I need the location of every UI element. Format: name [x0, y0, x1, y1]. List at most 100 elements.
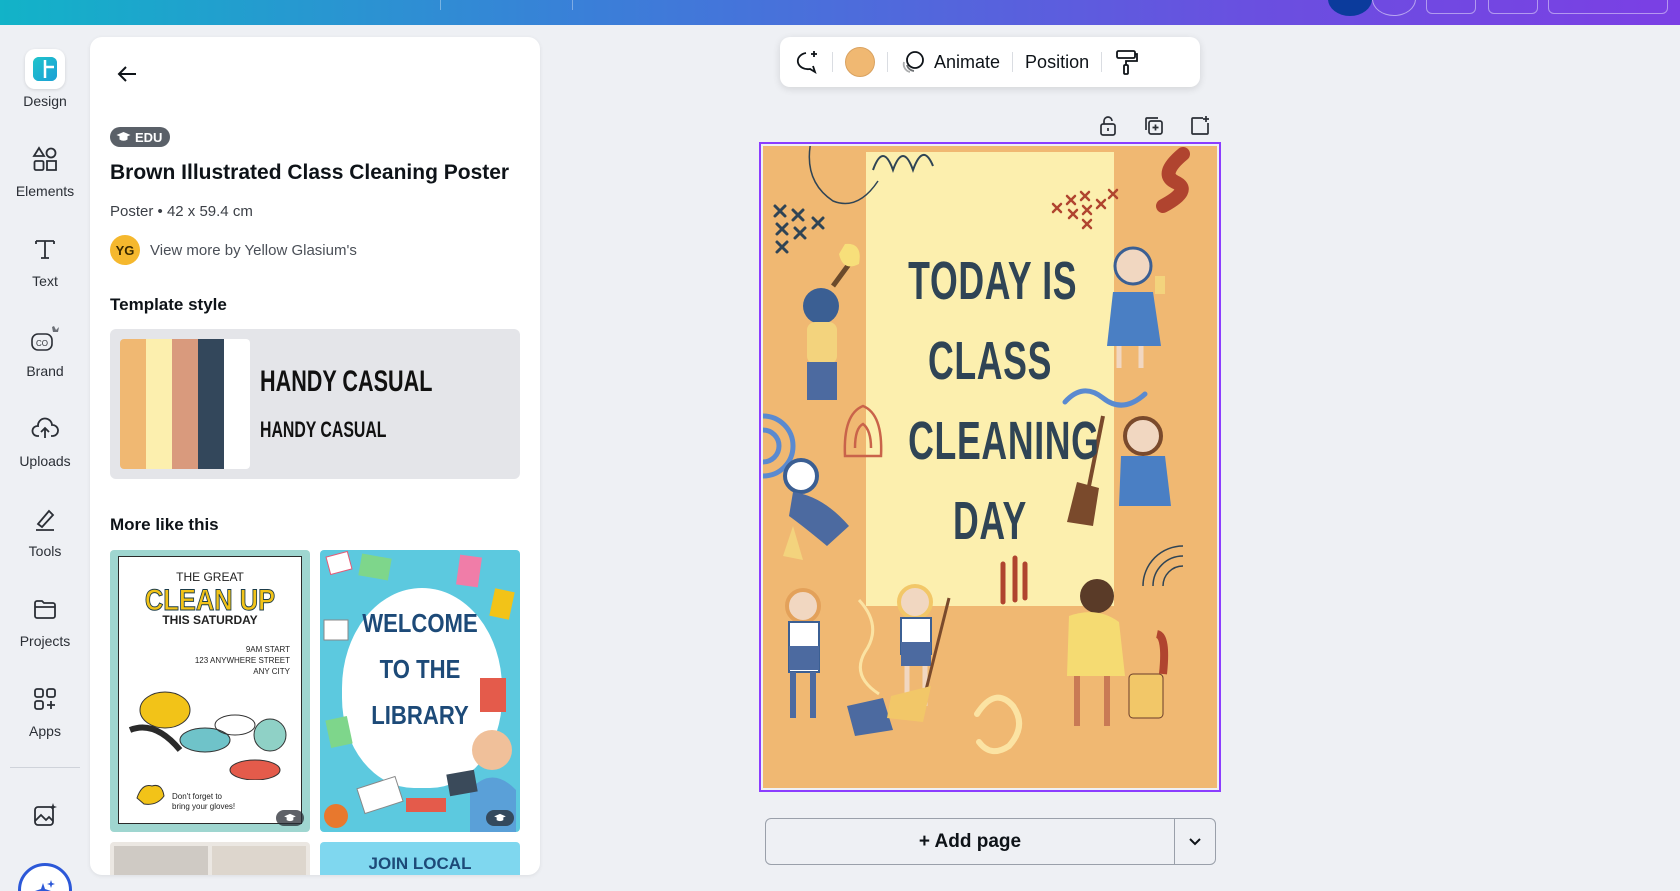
- graduation-cap-icon: [284, 813, 296, 822]
- poster-headline-line: CLASS: [927, 331, 1053, 391]
- author-link[interactable]: YG View more by Yellow Glasium's: [110, 235, 357, 265]
- edu-badge-label: EDU: [135, 129, 163, 145]
- rail-item-brand[interactable]: CO Brand: [0, 319, 90, 379]
- position-label: Position: [1025, 51, 1090, 72]
- rail-label: Uploads: [19, 453, 71, 469]
- header-divider: [440, 0, 441, 10]
- rail-item-design[interactable]: Design: [0, 49, 90, 109]
- font-sample-body: HANDY CASUAL: [260, 417, 387, 442]
- tools-icon: [25, 499, 65, 539]
- kid-spraying: [1107, 246, 1165, 368]
- thumb-text: TO THE: [379, 654, 461, 684]
- rail-label: Elements: [15, 183, 75, 199]
- template-thumbnail[interactable]: [110, 842, 310, 875]
- copy-style-button[interactable]: [1102, 37, 1150, 87]
- author-avatar: YG: [110, 235, 140, 265]
- rail-item-magic-media[interactable]: [0, 795, 90, 835]
- duplicate-icon: [1145, 117, 1163, 135]
- animate-label: Animate: [934, 51, 1001, 72]
- user-avatar[interactable]: [1328, 0, 1372, 16]
- template-style-card[interactable]: HANDY CASUAL HANDY CASUAL: [110, 329, 520, 479]
- rail-item-apps[interactable]: Apps: [0, 679, 90, 739]
- poster-headline-line: CLEANING: [908, 411, 1100, 471]
- magic-assistant-button[interactable]: [18, 863, 72, 891]
- rail-label: Text: [32, 273, 58, 289]
- edu-lock-badge: [276, 810, 304, 826]
- top-header-bar: [0, 0, 1680, 25]
- poster-selection-frame[interactable]: TODAY IS CLASS CLEANING DAY: [759, 142, 1221, 792]
- lock-icon: [1100, 116, 1116, 136]
- rail-item-tools[interactable]: Tools: [0, 499, 90, 559]
- image-sparkle-icon: [25, 795, 65, 835]
- rail-item-text[interactable]: Text: [0, 229, 90, 289]
- rail-label: Apps: [29, 723, 61, 739]
- brand-icon: CO: [25, 319, 65, 359]
- palette-swatch: [172, 339, 198, 469]
- analytics-button[interactable]: [1426, 0, 1476, 14]
- thumb-text: bring your gloves!: [172, 802, 236, 811]
- template-style-heading: Template style: [110, 295, 227, 314]
- edu-badge: EDU: [110, 127, 171, 147]
- uploads-icon: [25, 409, 65, 449]
- projects-icon: [25, 589, 65, 629]
- add-page-icon: [1191, 116, 1209, 135]
- more-like-this-heading: More like this: [110, 515, 219, 534]
- thumb-text: LIBRARY: [371, 700, 469, 730]
- header-divider: [572, 0, 573, 10]
- rail-label: Brand: [26, 363, 64, 379]
- share-button[interactable]: [1548, 0, 1668, 14]
- poster-headline[interactable]: TODAY IS CLASS CLEANING DAY: [866, 241, 1114, 561]
- comment-plus-icon: [796, 51, 817, 75]
- palette-swatch: [224, 339, 250, 469]
- rail-item-projects[interactable]: Projects: [0, 589, 90, 649]
- kid-broom: [887, 584, 951, 722]
- context-toolbar: Animate Position: [780, 37, 1200, 87]
- template-thumbnail[interactable]: THE GREAT CLEAN UP THIS SATURDAY 9AM STA…: [110, 550, 310, 832]
- sparkle-icon: [35, 880, 55, 891]
- position-button[interactable]: Position: [1013, 37, 1101, 87]
- thumb-text: THE GREAT: [176, 570, 244, 584]
- rail-label: Projects: [19, 633, 71, 649]
- chevron-down-icon: [1189, 837, 1201, 845]
- template-thumbnail[interactable]: JOIN LOCAL: [320, 842, 520, 875]
- template-details-panel: EDU Brown Illustrated Class Cleaning Pos…: [90, 37, 540, 875]
- left-rail: Design Elements Text CO Brand Uploads To…: [0, 25, 90, 891]
- color-picker-button[interactable]: [833, 37, 887, 87]
- rail-item-elements[interactable]: Elements: [0, 139, 90, 199]
- kid-mopping: [783, 458, 849, 560]
- thumb-text: THIS SATURDAY: [162, 613, 258, 627]
- design-icon: [25, 49, 65, 89]
- present-button[interactable]: [1488, 0, 1538, 14]
- add-page-icon-button[interactable]: [1187, 113, 1213, 139]
- thumb-text: WELCOME: [362, 608, 478, 638]
- lock-page-button[interactable]: [1095, 113, 1121, 139]
- comment-add-button[interactable]: [780, 37, 832, 87]
- gloves-icon: [136, 785, 165, 805]
- kid-trash: [1067, 579, 1169, 726]
- graduation-cap-icon: [494, 813, 506, 822]
- animate-button[interactable]: Animate: [888, 37, 1012, 87]
- kid-bag: [785, 588, 893, 736]
- poster-headline-line: TODAY IS: [908, 251, 1078, 311]
- add-page-button[interactable]: + Add page: [765, 818, 1175, 865]
- palette-swatch: [120, 339, 146, 469]
- template-meta: Poster • 42 x 59.4 cm: [110, 203, 253, 220]
- rail-label: Tools: [28, 543, 62, 559]
- color-palette: [120, 339, 250, 469]
- template-thumbnail[interactable]: WELCOME TO THE LIBRARY: [320, 550, 520, 832]
- svg-text:CO: CO: [36, 339, 48, 348]
- text-icon: [25, 229, 65, 269]
- palette-swatch: [146, 339, 172, 469]
- graduation-cap-icon: [116, 132, 131, 141]
- poster-canvas[interactable]: TODAY IS CLASS CLEANING DAY: [763, 146, 1217, 788]
- edu-lock-badge: [486, 810, 514, 826]
- collaborator-avatar[interactable]: [1372, 0, 1416, 16]
- duplicate-page-button[interactable]: [1141, 113, 1167, 139]
- add-page-dropdown[interactable]: [1174, 818, 1216, 865]
- thumb-text: 123 ANYWHERE STREET: [194, 656, 290, 665]
- rail-item-uploads[interactable]: Uploads: [0, 409, 90, 469]
- back-button[interactable]: [110, 57, 144, 91]
- palette-swatch: [198, 339, 224, 469]
- template-title: Brown Illustrated Class Cleaning Poster: [110, 161, 510, 184]
- page-tools: [1095, 113, 1213, 139]
